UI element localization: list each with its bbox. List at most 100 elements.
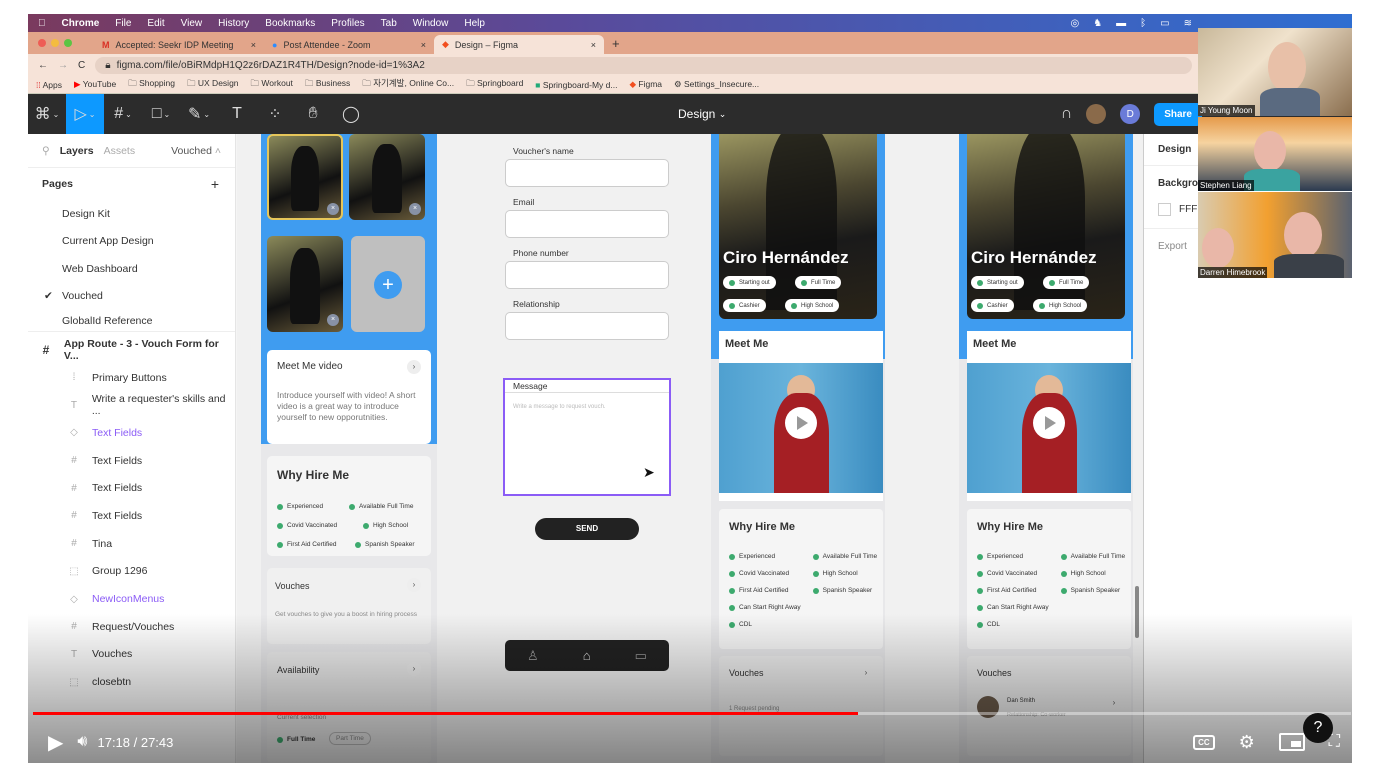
volume-icon[interactable]: 🔊︎: [77, 733, 87, 751]
close-tab-icon[interactable]: ×: [591, 40, 596, 50]
settings-gear-icon[interactable]: ⚙: [1239, 732, 1255, 753]
menu-view[interactable]: View: [181, 18, 203, 29]
browser-tab[interactable]: ● Post Attendee - Zoom ×: [264, 35, 434, 54]
frame-tool-button[interactable]: # ⌄: [104, 94, 142, 134]
browser-tab[interactable]: M Accepted: Seekr IDP Meeting ×: [94, 35, 264, 54]
play-video-icon[interactable]: [785, 407, 817, 439]
relationship-input[interactable]: [505, 312, 669, 340]
play-button[interactable]: ▶: [48, 730, 63, 755]
bluetooth-icon[interactable]: ᛒ: [1140, 18, 1146, 29]
bookmark-item[interactable]: 🗀 Springboard: [466, 78, 523, 92]
layer-item[interactable]: T Write a requester's skills and ...: [28, 391, 235, 419]
browser-tab-active[interactable]: ◆ Design – Figma ×: [434, 35, 604, 54]
bookmark-item[interactable]: ⁞⁞ Apps: [36, 80, 62, 90]
page-item[interactable]: GlobalId Reference: [28, 310, 235, 332]
move-tool-button[interactable]: ▷ ⌄: [66, 94, 104, 134]
bookmark-item[interactable]: ⚙ Settings_Insecure...: [674, 79, 759, 90]
bookmark-item[interactable]: 🗀 Shopping: [128, 78, 175, 92]
menu-help[interactable]: Help: [464, 18, 485, 29]
tab-layers[interactable]: Layers: [60, 145, 94, 157]
layer-item[interactable]: ⁞ Primary Buttons: [28, 364, 235, 392]
seek-bar[interactable]: [33, 712, 1351, 715]
captions-button[interactable]: CC: [1193, 734, 1215, 750]
add-page-button[interactable]: +: [211, 176, 219, 192]
message-textarea-selected[interactable]: Message Write a message to request vouch…: [503, 378, 671, 496]
close-tab-icon[interactable]: ×: [421, 40, 426, 50]
minimize-window-button[interactable]: [51, 39, 59, 47]
intro-video[interactable]: [719, 363, 883, 493]
send-button[interactable]: SEND: [535, 518, 639, 540]
menu-edit[interactable]: Edit: [147, 18, 164, 29]
menu-app-name[interactable]: Chrome: [62, 18, 100, 29]
document-title[interactable]: Design ⌄: [678, 94, 726, 134]
menu-tab[interactable]: Tab: [381, 18, 397, 29]
kangaroo-icon[interactable]: ♞: [1093, 18, 1102, 29]
layer-item[interactable]: # App Route - 3 - Vouch Form for V...: [28, 336, 235, 364]
collaborator-avatar[interactable]: [1086, 104, 1107, 124]
page-item[interactable]: Current App Design: [28, 228, 235, 256]
reload-icon[interactable]: C: [78, 60, 85, 71]
page-item[interactable]: Design Kit: [28, 200, 235, 228]
vouchers-name-input[interactable]: [505, 159, 669, 187]
layer-item[interactable]: # Text Fields: [28, 502, 235, 530]
layer-item[interactable]: ◇ Text Fields: [28, 419, 235, 447]
background-color-swatch[interactable]: [1158, 203, 1171, 216]
pen-tool-button[interactable]: ✎ ⌄: [180, 94, 218, 134]
new-tab-button[interactable]: +: [612, 36, 620, 51]
page-item-selected[interactable]: ✔ Vouched: [28, 283, 235, 311]
close-tab-icon[interactable]: ×: [251, 40, 256, 50]
url-field[interactable]: 🔒︎ figma.com/file/oBiRMdpH1Q2z6rDAZ1R4TH…: [95, 56, 1192, 74]
hand-tool-button[interactable]: ✋︎: [294, 94, 332, 134]
menu-window[interactable]: Window: [413, 18, 449, 29]
resources-button[interactable]: ⁘: [256, 94, 294, 134]
remove-photo-icon[interactable]: ×: [327, 314, 339, 326]
back-icon[interactable]: ←: [38, 60, 48, 71]
bookmark-item[interactable]: ◆ Figma: [629, 79, 662, 90]
user-avatar[interactable]: D: [1120, 104, 1141, 124]
forward-icon[interactable]: →: [58, 60, 68, 71]
menu-file[interactable]: File: [115, 18, 131, 29]
menu-history[interactable]: History: [218, 18, 249, 29]
layer-item[interactable]: ◇ NewIconMenus: [28, 585, 235, 613]
background-color-value[interactable]: FFF: [1179, 204, 1197, 215]
flag-icon[interactable]: ▬: [1116, 18, 1126, 29]
bookmark-item[interactable]: 🗀 Business: [305, 78, 350, 92]
text-tool-button[interactable]: T: [218, 94, 256, 134]
bookmark-item[interactable]: ▶ YouTube: [74, 79, 116, 90]
bookmark-item[interactable]: 🗀 Workout: [251, 78, 293, 92]
main-menu-button[interactable]: ⌘ ⌄: [28, 94, 66, 134]
menu-bookmarks[interactable]: Bookmarks: [265, 18, 315, 29]
headphones-icon[interactable]: ∩: [1061, 105, 1073, 123]
bookmark-item[interactable]: 🗀 자기계발, Online Co...: [362, 77, 454, 92]
intro-video[interactable]: [967, 363, 1131, 493]
share-button[interactable]: Share: [1154, 102, 1202, 126]
remove-photo-icon[interactable]: ×: [409, 203, 421, 215]
miniplayer-button[interactable]: [1278, 733, 1305, 751]
battery-icon[interactable]: ▭: [1160, 18, 1169, 29]
page-item[interactable]: Web Dashboard: [28, 255, 235, 283]
search-icon[interactable]: ⚲: [42, 145, 50, 157]
remove-photo-icon[interactable]: ×: [327, 203, 339, 215]
page-selector[interactable]: Vouched ˄: [171, 145, 221, 157]
play-video-icon[interactable]: [1033, 407, 1065, 439]
comment-tool-button[interactable]: ◯: [332, 94, 370, 134]
phone-number-input[interactable]: [505, 261, 669, 289]
close-window-button[interactable]: [38, 39, 46, 47]
maximize-window-button[interactable]: [64, 39, 72, 47]
layer-item[interactable]: # Text Fields: [28, 474, 235, 502]
email-input[interactable]: [505, 210, 669, 238]
creative-cloud-icon[interactable]: ◎: [1070, 18, 1079, 29]
layer-item[interactable]: ⬚ Group 1296: [28, 558, 235, 586]
meet-me-video-card[interactable]: Meet Me video › Introduce yourself with …: [267, 350, 431, 444]
chevron-right-icon[interactable]: ›: [407, 360, 421, 374]
help-button[interactable]: ?: [1303, 713, 1333, 743]
tab-assets[interactable]: Assets: [104, 145, 136, 157]
layer-item[interactable]: # Tina: [28, 530, 235, 558]
menu-profiles[interactable]: Profiles: [331, 18, 364, 29]
bookmark-item[interactable]: 🗀 UX Design: [187, 78, 239, 92]
chevron-right-icon[interactable]: ›: [407, 578, 421, 592]
layer-item[interactable]: # Text Fields: [28, 447, 235, 475]
wifi-icon[interactable]: ≋: [1184, 18, 1192, 29]
shape-tool-button[interactable]: □ ⌄: [142, 94, 180, 134]
add-photo-slot[interactable]: +: [351, 236, 425, 332]
